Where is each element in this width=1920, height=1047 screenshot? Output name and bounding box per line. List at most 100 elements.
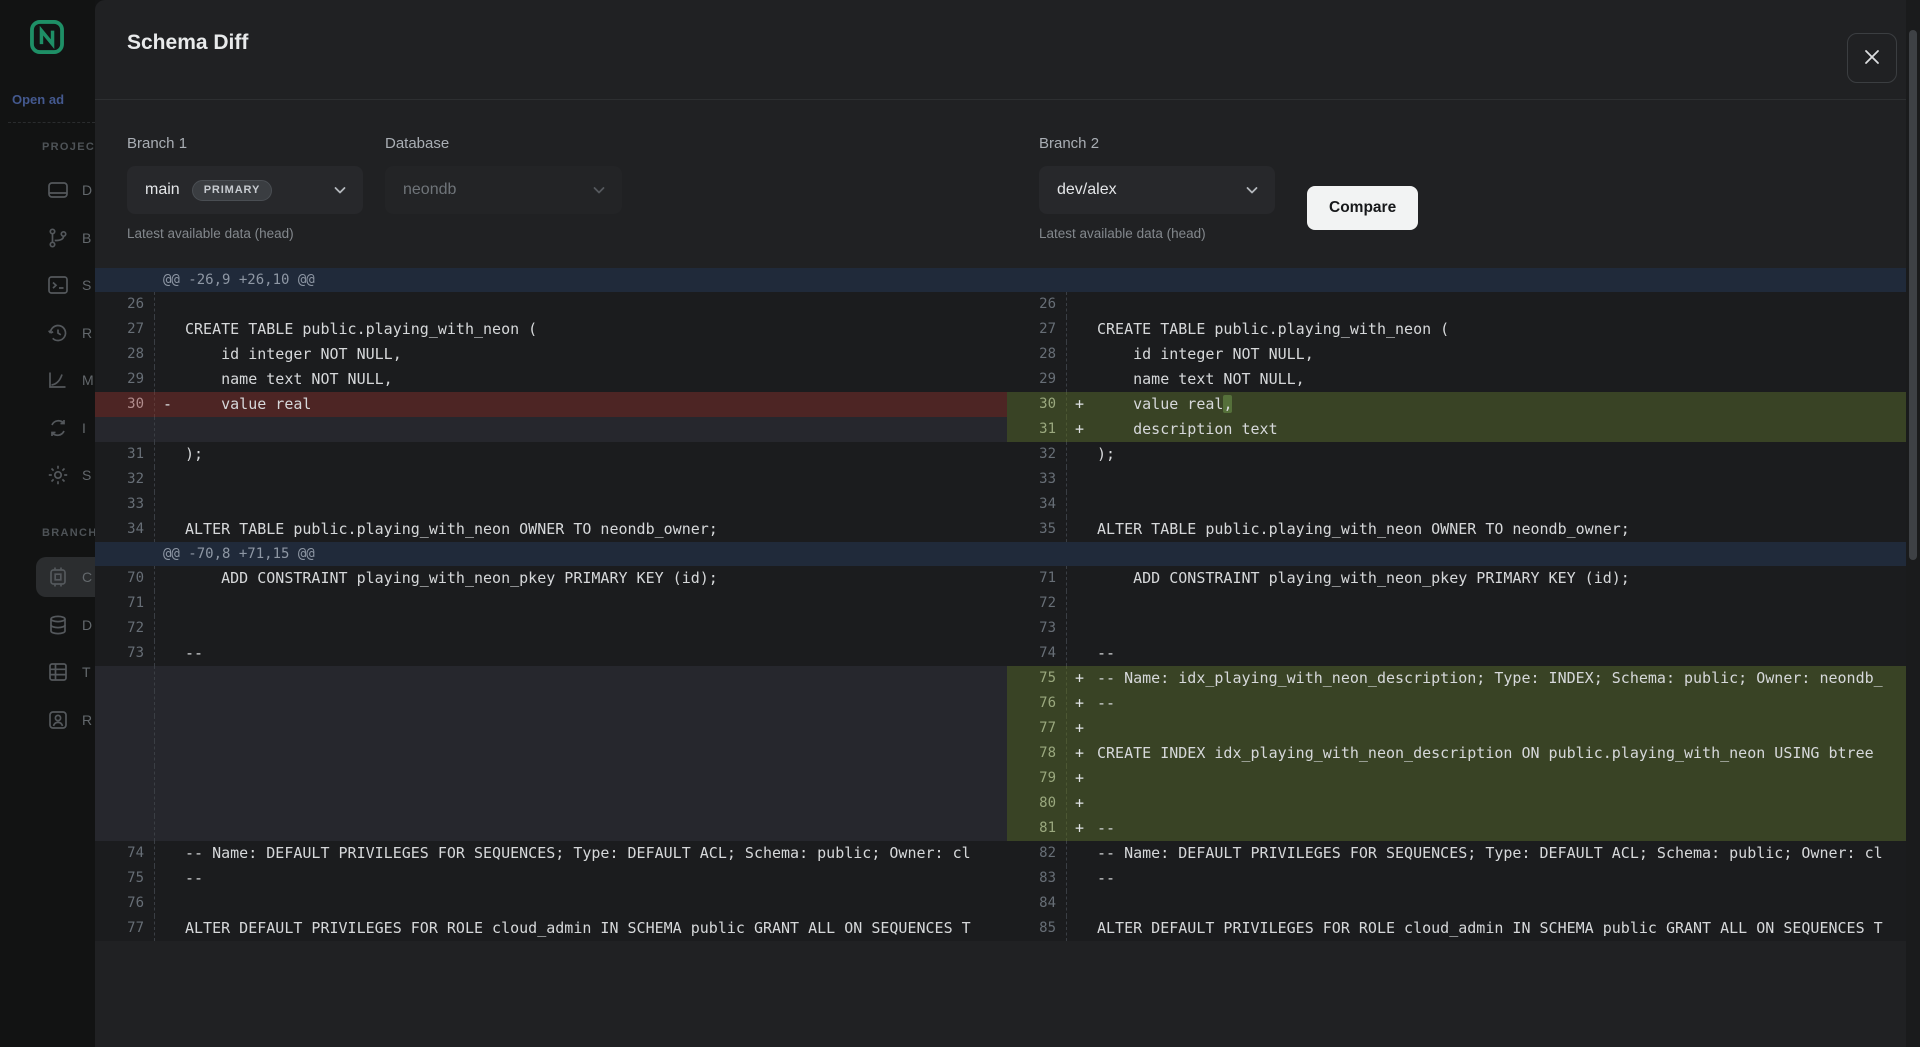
diff-row: 78+CREATE INDEX idx_playing_with_neon_de… xyxy=(95,741,1920,766)
sidebar-item-computes[interactable]: C xyxy=(36,557,95,597)
word-diff-highlight: , xyxy=(1223,395,1232,413)
diff-left-cell: 33 xyxy=(95,492,1007,517)
code-text: ADD CONSTRAINT playing_with_neon_pkey PR… xyxy=(185,566,718,591)
line-number: 76 xyxy=(95,891,155,916)
line-number xyxy=(95,791,155,816)
sidebar-section-branch: BRANCH xyxy=(42,527,98,539)
line-number: 77 xyxy=(1007,716,1067,741)
monitoring-icon xyxy=(46,368,70,392)
sidebar-item-sql-editor[interactable]: S xyxy=(36,265,95,305)
line-number xyxy=(95,691,155,716)
open-admin-link[interactable]: Open ad xyxy=(12,92,95,107)
close-button[interactable] xyxy=(1847,33,1897,83)
line-number: 33 xyxy=(1007,467,1067,492)
sidebar-item-label: M xyxy=(82,372,94,388)
diff-row: 2626 xyxy=(95,292,1920,317)
schema-diff-view: @@ -26,9 +26,10 @@262627CREATE TABLE pub… xyxy=(95,268,1920,941)
line-number: 31 xyxy=(95,442,155,467)
diff-right-cell: 35ALTER TABLE public.playing_with_neon O… xyxy=(1007,517,1920,542)
sidebar-item-label: B xyxy=(82,230,91,246)
branch2-select[interactable]: dev/alex xyxy=(1039,166,1275,214)
diff-row: 31);32); xyxy=(95,442,1920,467)
diff-right-cell: 31+ description text xyxy=(1007,417,1920,442)
diff-row: 30- value real30 + value real, xyxy=(95,392,1920,417)
sidebar-item-integrations[interactable]: I xyxy=(36,408,95,448)
modal-title: Schema Diff xyxy=(127,31,248,55)
line-number: 76 xyxy=(1007,691,1067,716)
branches-icon xyxy=(46,226,70,250)
code-text: ); xyxy=(1097,442,1115,467)
diff-right-cell: 73 xyxy=(1007,616,1920,641)
diff-row: 72 73 xyxy=(95,616,1920,641)
diff-row: 77+ xyxy=(95,716,1920,741)
addition-marker: + xyxy=(1075,741,1089,766)
code-text: -- Name: DEFAULT PRIVILEGES FOR SEQUENCE… xyxy=(185,841,971,866)
sidebar-item-monitoring[interactable]: M xyxy=(36,360,95,400)
neon-logo-icon[interactable] xyxy=(28,18,66,56)
diff-right-cell: 27 CREATE TABLE public.playing_with_neon … xyxy=(1007,317,1920,342)
sidebar-item-label: I xyxy=(82,420,86,436)
diff-row: 77ALTER DEFAULT PRIVILEGES FOR ROLE clou… xyxy=(95,916,1920,941)
diff-row: 27 CREATE TABLE public.playing_with_neon … xyxy=(95,317,1920,342)
compare-button[interactable]: Compare xyxy=(1307,186,1418,230)
addition-marker: + xyxy=(1075,392,1089,417)
chevron-down-icon xyxy=(331,181,349,199)
diff-left-cell: 27CREATE TABLE public.playing_with_neon … xyxy=(95,317,1007,342)
diff-right-cell: 78+CREATE INDEX idx_playing_with_neon_de… xyxy=(1007,741,1920,766)
diff-left-cell: 30- value real xyxy=(95,392,1007,417)
sidebar-item-tables[interactable]: T xyxy=(36,652,95,692)
line-number: 30 xyxy=(95,392,155,417)
diff-right-cell: 81+-- xyxy=(1007,816,1920,841)
sidebar-item-settings[interactable]: S xyxy=(36,455,95,495)
branch1-select[interactable]: main PRIMARY xyxy=(127,166,363,214)
diff-row: 76+-- xyxy=(95,691,1920,716)
database-select[interactable]: neondb xyxy=(385,166,622,214)
diff-left-cell xyxy=(95,766,1007,791)
code-text: description text xyxy=(1097,417,1278,442)
code-text: ); xyxy=(185,442,203,467)
sidebar-item-label: R xyxy=(82,325,92,341)
line-number: 73 xyxy=(95,641,155,666)
line-number: 78 xyxy=(1007,741,1067,766)
code-text: -- xyxy=(1097,866,1115,891)
code-text: -- xyxy=(1097,641,1115,666)
code-text: ALTER DEFAULT PRIVILEGES FOR ROLE cloud_… xyxy=(1097,916,1883,941)
line-number: 72 xyxy=(1007,591,1067,616)
branch1-value: main xyxy=(145,181,180,199)
sidebar-item-dashboard[interactable]: D xyxy=(36,170,95,210)
sidebar-divider xyxy=(8,122,95,123)
diff-left-cell: 77ALTER DEFAULT PRIVILEGES FOR ROLE clou… xyxy=(95,916,1007,941)
code-text: ADD CONSTRAINT playing_with_neon_pkey PR… xyxy=(1097,566,1630,591)
line-number: 73 xyxy=(1007,616,1067,641)
diff-left-cell: 75-- xyxy=(95,866,1007,891)
line-number: 27 xyxy=(95,317,155,342)
scrollbar-thumb[interactable] xyxy=(1909,30,1917,560)
sidebar-item-roles[interactable]: R xyxy=(36,700,95,740)
code-text: name text NOT NULL, xyxy=(1097,367,1305,392)
diff-row: 79+ xyxy=(95,766,1920,791)
sidebar-item-branches[interactable]: B xyxy=(36,218,95,258)
sidebar-item-restore[interactable]: R xyxy=(36,313,95,353)
line-number xyxy=(95,417,155,442)
sidebar-section-project: PROJEC xyxy=(42,141,95,153)
diff-row: 7684 xyxy=(95,891,1920,916)
diff-right-cell: 85ALTER DEFAULT PRIVILEGES FOR ROLE clou… xyxy=(1007,916,1920,941)
database-label: Database xyxy=(385,135,622,153)
line-number: 74 xyxy=(95,841,155,866)
sql-editor-icon xyxy=(46,273,70,297)
sidebar-item-label: D xyxy=(82,182,92,198)
sidebar-item-databases[interactable]: D xyxy=(36,605,95,645)
code-text: id integer NOT NULL, xyxy=(185,342,402,367)
diff-row: 3233 xyxy=(95,467,1920,492)
code-text: ALTER TABLE public.playing_with_neon OWN… xyxy=(1097,517,1630,542)
diff-left-cell: 32 xyxy=(95,467,1007,492)
addition-marker: + xyxy=(1075,666,1089,691)
computes-icon xyxy=(46,565,70,589)
diff-row: 31+ description text xyxy=(95,417,1920,442)
line-number: 72 xyxy=(95,616,155,641)
diff-left-cell: 31); xyxy=(95,442,1007,467)
code-text: CREATE TABLE public.playing_with_neon ( xyxy=(1097,317,1449,342)
addition-marker: + xyxy=(1075,791,1089,816)
code-text: value real xyxy=(185,392,311,417)
line-number: 27 xyxy=(1007,317,1067,342)
